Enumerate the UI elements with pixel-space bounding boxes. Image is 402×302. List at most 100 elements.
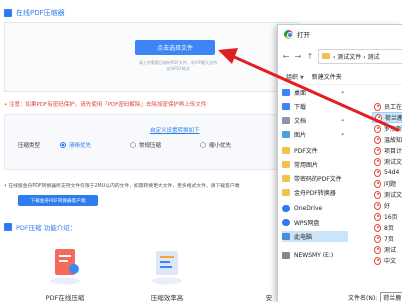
dialog-toolbar: 组织 ▼ 新建文件夹 — [278, 69, 402, 85]
file-item[interactable]: 员工在 — [372, 101, 402, 112]
file-item[interactable]: 7页 — [372, 233, 402, 244]
pdf-file-icon — [374, 190, 381, 199]
upload-drop-zone[interactable] — [4, 22, 300, 92]
nav-item-0[interactable]: 桌面 ✦ — [282, 87, 348, 98]
file-item[interactable]: 中文 — [372, 255, 402, 266]
compression-type-label: 压缩类型 — [18, 143, 41, 149]
feature-online-compress: PDF在线压缩 — [30, 245, 100, 302]
file-item[interactable]: 测试文 — [372, 156, 402, 167]
file-item[interactable]: 荷兰鹿 — [372, 112, 402, 123]
pdf-file-icon — [374, 135, 381, 144]
open-file-dialog: 打开 ← → ↑ ‹ 测试文件 › 测试 组织 ▼ 新建文件夹 桌面 ✦ 下载 ✦ 文档… — [277, 24, 402, 302]
file-name: 温故知 — [384, 137, 402, 144]
forward-arrow-icon[interactable]: → — [294, 52, 302, 61]
new-folder-button[interactable]: 新建文件夹 — [312, 72, 342, 81]
nav-item-3[interactable]: 图片 ✦ — [282, 129, 348, 140]
organize-menu[interactable]: 组织 ▼ — [286, 72, 304, 81]
computer-icon — [282, 233, 290, 240]
pdf-file-icon — [374, 201, 381, 210]
radio-icon[interactable] — [130, 142, 136, 148]
file-name: 7页 — [384, 236, 394, 243]
pdf-file-icon — [374, 256, 381, 265]
nav-item-8[interactable]: OneDrive — [282, 203, 348, 214]
custom-settings-link[interactable]: 自定义设置转换如下 — [150, 126, 200, 134]
nav-item-9[interactable]: WPS网盘 — [282, 217, 348, 228]
nav-item-7[interactable]: 金舟PDF转换器 — [282, 187, 348, 198]
address-path: ‹ 测试文件 › 测试 — [333, 53, 380, 61]
nav-item-5[interactable]: 常用图片 — [282, 159, 348, 170]
nav-item-1[interactable]: 下载 ✦ — [282, 101, 348, 112]
file-name: 8页 — [384, 225, 394, 232]
address-row: ← → ↑ ‹ 测试文件 › 测试 — [278, 45, 402, 67]
file-item[interactable]: 8页 — [372, 222, 402, 233]
section-marker-icon — [4, 9, 12, 17]
nav-item-2[interactable]: 文档 ✦ — [282, 115, 348, 126]
select-file-button[interactable]: 点击选择文件 — [135, 40, 215, 55]
section-header: 在线PDF压缩器 — [4, 6, 294, 20]
file-item[interactable]: 罗杰斯 — [372, 123, 402, 134]
client-info-text: • 在线版金舟PDF转换器所支持文件仅限于2MU以内的文件，如需转换更大文件，更… — [4, 184, 240, 189]
file-item[interactable]: 16页 — [372, 211, 402, 222]
file-item[interactable]: 测试文 — [372, 189, 402, 200]
address-bar[interactable]: ‹ 测试文件 › 测试 — [318, 48, 402, 64]
filename-row: 文件名(N): 荷兰鹿 — [278, 291, 402, 302]
password-notice: • 注意：如果PDF有密码保护，请先使用「PDF密码解除」去除加密保护再上传文件 — [4, 102, 207, 108]
nav-item-11[interactable]: NEWSMY (E:) — [282, 250, 348, 261]
nav-item-label: NEWSMY (E:) — [294, 252, 334, 259]
nav-item-label: 文档 — [294, 118, 307, 125]
feature-caption: 压缩效率高 — [150, 294, 184, 302]
file-item[interactable]: 项目计 — [372, 145, 402, 156]
chrome-icon — [284, 29, 293, 39]
nav-item-label: 此电脑 — [294, 234, 313, 241]
folder-icon — [322, 53, 330, 59]
folder-icon — [282, 161, 290, 168]
feature-high-efficiency: 压缩效率高 — [132, 245, 202, 302]
radio-icon[interactable] — [200, 142, 206, 148]
chevron-down-icon: ▼ — [299, 75, 304, 81]
pdf-file-icon — [374, 234, 381, 243]
nav-item-label: WPS网盘 — [294, 220, 320, 227]
pin-icon: ✦ — [340, 117, 345, 124]
nav-item-6[interactable]: 带密码的PDF文件 — [282, 173, 348, 184]
pdf-file-icon — [374, 179, 381, 188]
file-item[interactable]: 好 — [372, 200, 402, 211]
pdf-file-icon — [374, 168, 381, 177]
pdf-file-icon — [375, 113, 382, 122]
dialog-titlebar: 打开 — [278, 25, 402, 43]
nav-item-label: 常用图片 — [294, 162, 319, 169]
filename-input[interactable]: 荷兰鹿 — [380, 291, 402, 302]
upload-hint: 请上传需要压缩的PDF文件，非VIP最大支持 支持PDF格式 — [108, 60, 248, 72]
nav-item-label: PDF文件 — [294, 148, 318, 155]
mode-option-normal[interactable]: 常规压缩 — [130, 141, 161, 149]
pdf-file-icon — [374, 157, 381, 166]
pin-icon: ✦ — [340, 89, 345, 96]
folder-icon — [282, 147, 290, 154]
file-name: 测试文 — [384, 159, 402, 166]
back-arrow-icon[interactable]: ← — [282, 52, 290, 61]
pin-icon: ✦ — [340, 131, 345, 138]
efficiency-icon — [152, 251, 182, 285]
file-item[interactable]: 54d4 — [372, 167, 402, 178]
pdf-compress-icon — [50, 249, 80, 285]
mode-option-clarity[interactable]: 清晰优先 — [60, 141, 91, 149]
up-arrow-icon[interactable]: ↑ — [306, 52, 314, 61]
pdf-file-icon — [374, 102, 381, 111]
filename-label: 文件名(N): — [348, 294, 378, 302]
mode-option-label: 清晰优先 — [69, 143, 92, 149]
download-client-button[interactable]: 下载金舟PDF转换器客户端 — [18, 195, 98, 206]
file-item[interactable]: 温故知 — [372, 134, 402, 145]
mode-option-label: 缩小优先 — [209, 143, 232, 149]
upload-hint-line-2: 支持PDF格式 — [166, 66, 190, 71]
file-name: 54d4 — [384, 169, 400, 176]
intro-header: PDF压缩 功能介绍： — [4, 222, 76, 232]
pdf-file-icon — [374, 146, 381, 155]
mode-option-smaller[interactable]: 缩小优先 — [200, 141, 231, 149]
radio-icon[interactable] — [60, 142, 66, 148]
nav-item-4[interactable]: PDF文件 — [282, 145, 348, 156]
file-item[interactable]: 问题 — [372, 178, 402, 189]
nav-item-10[interactable]: 此电脑 — [282, 231, 348, 242]
cloud-icon — [282, 205, 290, 212]
file-item[interactable]: 测试 — [372, 244, 402, 255]
file-name: 问题 — [384, 181, 397, 188]
nav-item-label: 下载 — [294, 104, 307, 111]
